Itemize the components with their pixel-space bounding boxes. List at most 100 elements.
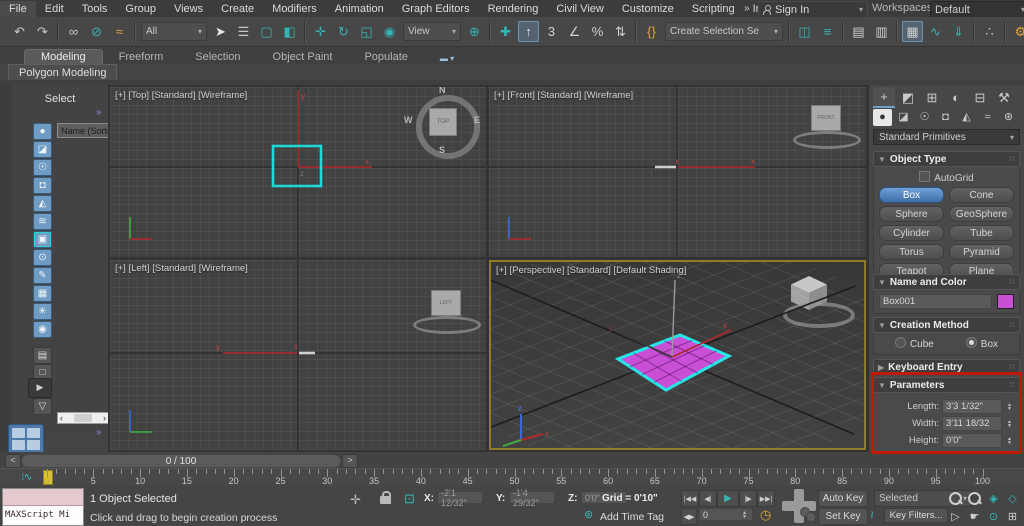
- select-and-manipulate-icon[interactable]: ✚: [495, 21, 516, 42]
- subcat-shapes[interactable]: ◪: [894, 109, 913, 126]
- object-type-tube-button[interactable]: Tube: [949, 225, 1014, 241]
- coord-y-field[interactable]: -1'4 29/32": [509, 491, 555, 504]
- use-pivot-point-center-icon[interactable]: ⊕: [464, 21, 485, 42]
- menu-civil-view[interactable]: Civil View: [547, 1, 612, 17]
- scene-explorer-icon[interactable]: ∴: [979, 21, 1000, 42]
- display-particles-icon[interactable]: ⊙: [33, 249, 52, 266]
- explorer-horizontal-scrollbar[interactable]: ‹ ›: [57, 412, 109, 424]
- viewport-left[interactable]: [+] [Left] [Standard] [Wireframe] LEFT y…: [110, 260, 486, 450]
- display-helpers-icon[interactable]: ◭: [33, 195, 52, 212]
- keyboard-shortcut-override-icon[interactable]: ↑: [518, 21, 539, 42]
- param-width-field[interactable]: 3'11 18/32: [942, 416, 1002, 431]
- object-type-cylinder-button[interactable]: Cylinder: [879, 225, 944, 241]
- object-type-sphere-button[interactable]: Sphere: [879, 206, 944, 222]
- auto-key-button[interactable]: Auto Key: [818, 490, 868, 507]
- viewport-perspective[interactable]: [+] [Perspective] [Standard] [Default Sh…: [489, 260, 866, 450]
- viewport-perspective-label[interactable]: [+] [Perspective] [Standard] [Default Sh…: [496, 265, 686, 276]
- isolate-selection-icon[interactable]: ✛: [350, 492, 361, 508]
- object-type-geosphere-button[interactable]: GeoSphere: [949, 206, 1014, 222]
- viewport-layout-tab-button[interactable]: [8, 424, 44, 454]
- subcat-helpers[interactable]: ◭: [957, 109, 976, 126]
- select-and-link-icon[interactable]: ∞: [63, 21, 84, 42]
- toggle-ribbon-icon[interactable]: ▦: [902, 21, 923, 42]
- go-to-start-icon[interactable]: |◀◀: [681, 490, 699, 507]
- selection-lock-icon[interactable]: [380, 496, 391, 504]
- menu-rendering[interactable]: Rendering: [479, 1, 548, 17]
- workspace-dropdown[interactable]: Default ▾: [930, 1, 1024, 18]
- key-mode-toggle-icon[interactable]: ◀▶: [681, 508, 697, 525]
- maxscript-mini-listener[interactable]: MAXScript Mi: [2, 488, 84, 526]
- clear-filter-icon[interactable]: ▽: [33, 398, 52, 415]
- select-and-move-icon[interactable]: ✛: [310, 21, 331, 42]
- maximize-viewport-icon[interactable]: ⊞: [1003, 508, 1022, 524]
- zoom-icon[interactable]: [946, 490, 965, 506]
- default-tangent-icon[interactable]: ≀: [870, 508, 874, 521]
- ribbon-tab-populate[interactable]: Populate: [348, 50, 423, 64]
- add-time-tag-button[interactable]: Add Time Tag: [600, 511, 664, 523]
- menu-edit[interactable]: Edit: [36, 1, 73, 17]
- spinner-icon[interactable]: ▲▼: [1005, 437, 1014, 445]
- maxscript-macro-recorder[interactable]: [3, 489, 83, 506]
- sign-in-button[interactable]: Sign In ▾: [758, 1, 868, 18]
- viewport-top[interactable]: [+] [Top] [Standard] [Wireframe] TOP N E…: [110, 87, 486, 257]
- coord-x-field[interactable]: -2'1 12/32": [437, 491, 483, 504]
- redo-icon[interactable]: ↷: [32, 21, 53, 42]
- name-and-color-rollout-header[interactable]: ▼ Name and Color ∷: [873, 274, 1020, 290]
- menu-scripting[interactable]: Scripting: [683, 1, 744, 17]
- menu-modifiers[interactable]: Modifiers: [263, 1, 326, 17]
- expand-panel-button[interactable]: ▶: [28, 378, 52, 398]
- previous-frame-icon[interactable]: ◀|: [699, 490, 717, 507]
- select-object-icon[interactable]: ➤: [210, 21, 231, 42]
- navigation-cross-icon[interactable]: [782, 489, 816, 523]
- menu-animation[interactable]: Animation: [326, 1, 393, 17]
- tab-utilities[interactable]: ⚒: [993, 88, 1015, 107]
- display-systems-icon[interactable]: ✳: [33, 303, 52, 320]
- object-color-swatch[interactable]: [997, 294, 1014, 309]
- mini-curve-editor-icon[interactable]: ⦙∿: [16, 471, 38, 484]
- ribbon-tab-freeform[interactable]: Freeform: [103, 50, 180, 64]
- ribbon-overflow-icon[interactable]: ▬ ▾: [424, 53, 470, 64]
- snaps-toggle-3d-icon[interactable]: 3: [541, 21, 562, 42]
- viewport-top-label[interactable]: [+] [Top] [Standard] [Wireframe]: [115, 90, 247, 101]
- select-by-name-icon[interactable]: ☰: [233, 21, 254, 42]
- maxscript-listener-text[interactable]: MAXScript Mi: [3, 506, 83, 525]
- dope-sheet-icon[interactable]: ⇓: [948, 21, 969, 42]
- undo-icon[interactable]: ↶: [9, 21, 30, 42]
- spinner-snap-icon[interactable]: ⇅: [610, 21, 631, 42]
- autogrid-checkbox[interactable]: [919, 171, 930, 182]
- object-type-rollout-header[interactable]: ▼ Object Type ∷: [873, 151, 1020, 167]
- keyboard-entry-rollout-header[interactable]: ▶ Keyboard Entry ∷: [873, 359, 1020, 375]
- scrollbar-thumb[interactable]: [74, 414, 92, 422]
- time-configuration-icon[interactable]: ◷: [760, 507, 771, 523]
- param-height-field[interactable]: 0'0": [942, 433, 1002, 448]
- selection-filter-dropdown[interactable]: All▾: [141, 22, 207, 41]
- ribbon-tab-modeling[interactable]: Modeling: [24, 49, 103, 64]
- object-type-torus-button[interactable]: Torus: [879, 244, 944, 260]
- display-containers-icon[interactable]: ▦: [33, 285, 52, 302]
- creation-method-box-radio[interactable]: Box: [966, 337, 998, 350]
- parameters-rollout-header[interactable]: ▼ Parameters ∷: [873, 377, 1020, 393]
- curve-editor-icon[interactable]: ∿: [925, 21, 946, 42]
- display-visibility-icon[interactable]: ◉: [33, 321, 52, 338]
- time-slider[interactable]: 0 / 100: [21, 454, 341, 468]
- set-key-button[interactable]: Set Key: [818, 508, 868, 525]
- ribbon-tab-selection[interactable]: Selection: [179, 50, 256, 64]
- param-length-field[interactable]: 3'3 1/32": [942, 399, 1002, 414]
- zoom-extents-icon[interactable]: ◈: [984, 490, 1003, 506]
- zoom-region-icon[interactable]: ▷: [946, 508, 965, 524]
- go-to-end-icon[interactable]: ▶▶|: [757, 490, 775, 507]
- polygon-modeling-panel-button[interactable]: Polygon Modeling: [8, 64, 117, 81]
- orbit-icon[interactable]: ⊙: [984, 508, 1003, 524]
- play-icon[interactable]: ▶: [717, 490, 739, 507]
- explorer-name-column-header[interactable]: Name (Sorted A: [57, 123, 113, 138]
- explorer-overflow-icon[interactable]: »: [96, 107, 102, 118]
- subcat-cameras[interactable]: ◘: [936, 109, 955, 126]
- next-frame-icon[interactable]: |▶: [739, 490, 757, 507]
- display-lights-icon[interactable]: ☉: [33, 159, 52, 176]
- tab-display[interactable]: ⊟: [969, 88, 991, 107]
- spinner-icon[interactable]: ▲▼: [1005, 403, 1014, 411]
- tab-create[interactable]: +: [873, 87, 895, 108]
- menu-group[interactable]: Group: [116, 1, 165, 17]
- reference-coordinate-system-dropdown[interactable]: View▾: [403, 22, 461, 41]
- absolute-mode-icon[interactable]: ⊡: [404, 491, 415, 507]
